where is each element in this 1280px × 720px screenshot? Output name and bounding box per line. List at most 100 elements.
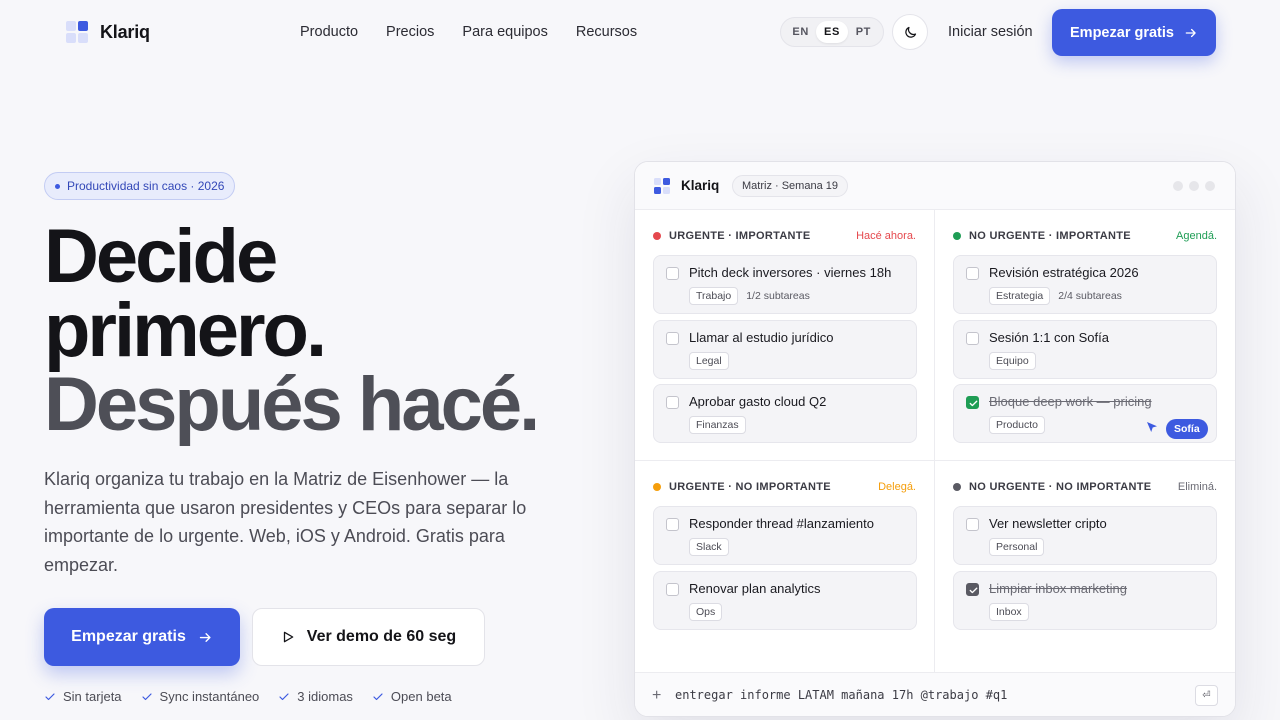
task-title: Responder thread #lanzamiento (689, 516, 875, 531)
task-title: Bloque deep work — pricing (989, 394, 1152, 409)
perk-item: 3 idiomas (278, 689, 353, 704)
task-checkbox[interactable] (966, 267, 979, 280)
task-meta: Finanzas (689, 416, 746, 434)
check-icon (279, 692, 289, 700)
quadrant-header: NO URGENTE · IMPORTANTE Agendá. (953, 230, 1217, 242)
task-checkbox[interactable] (966, 518, 979, 531)
app-logo-icon (654, 178, 670, 194)
task-card[interactable]: Aprobar gasto cloud Q2 Finanzas (653, 384, 917, 443)
nav-links: Producto Precios Para equipos Recursos (300, 24, 637, 40)
task-checkbox[interactable] (666, 518, 679, 531)
play-icon (283, 631, 294, 643)
nav-cta-label: Empezar gratis (1070, 24, 1174, 41)
status-dot-icon (953, 483, 961, 491)
hero-lede: Klariq organiza tu trabajo en la Matriz … (44, 469, 527, 575)
hero-headline: Decide primero. Después hacé. (44, 214, 540, 447)
quadrant-urgent-not-important: URGENTE · NO IMPORTANTE Delegá. Responde… (635, 461, 935, 672)
quadrant-header: URGENTE · NO IMPORTANTE Delegá. (653, 481, 916, 493)
task-checkbox[interactable] (666, 332, 679, 345)
task-title: Aprobar gasto cloud Q2 (689, 394, 827, 409)
lang-pt[interactable]: PT (848, 21, 879, 43)
task-title: Pitch deck inversores · viernes 18h (689, 265, 892, 280)
task-checkbox[interactable] (666, 267, 679, 280)
task-card[interactable]: Pitch deck inversores · viernes 18h Trab… (653, 255, 917, 314)
task-meta: Slack (689, 538, 729, 556)
quadrant-title-label: URGENTE · IMPORTANTE (669, 230, 811, 242)
status-dot-icon (953, 232, 961, 240)
task-card[interactable]: Bloque deep work — pricing Producto Sofí… (953, 384, 1217, 443)
task-card[interactable]: Sesión 1:1 con Sofía Equipo (953, 320, 1217, 379)
lang-es[interactable]: ES (816, 21, 848, 43)
arrow-right-icon (199, 632, 211, 642)
quadrant-title: URGENTE · NO IMPORTANTE (653, 481, 831, 493)
hero-cta-button[interactable]: Empezar gratis (44, 608, 240, 666)
task-tag: Ops (689, 603, 723, 621)
quadrant-header: URGENTE · IMPORTANTE Hacé ahora. (653, 230, 916, 242)
demo-video-label: Ver demo de 60 seg (306, 628, 457, 645)
task-checkbox[interactable] (666, 396, 679, 409)
logo-mark-icon (66, 21, 88, 43)
task-checkbox[interactable] (666, 583, 679, 596)
view-label-pill[interactable]: Matriz · Semana 19 (732, 175, 848, 197)
task-meta: Equipo (989, 352, 1036, 370)
hero-cta-label: Empezar gratis (71, 628, 186, 645)
task-subtasks: 2/4 subtareas (1058, 290, 1122, 302)
nav-cta-button[interactable]: Empezar gratis (1052, 9, 1216, 56)
status-dot-icon (653, 483, 661, 491)
window-dot-icon (1173, 181, 1183, 191)
task-card[interactable]: Revisión estratégica 2026 Estrategia 2/4… (953, 255, 1217, 314)
task-card[interactable]: Renovar plan analytics Ops (653, 571, 917, 630)
quick-add-input[interactable]: entregar informe LATAM mañana 17h @traba… (675, 688, 1007, 702)
nav-link-para-equipos[interactable]: Para equipos (462, 24, 547, 40)
perk-item: Sync instantáneo (141, 689, 260, 704)
task-meta: Legal (689, 352, 729, 370)
quadrant-action: Hacé ahora. (856, 230, 916, 242)
perk-item: Sin tarjeta (44, 689, 122, 704)
quadrant-urgent-important: URGENTE · IMPORTANTE Hacé ahora. Pitch d… (635, 210, 935, 461)
task-card[interactable]: Ver newsletter cripto Personal (953, 506, 1217, 565)
task-meta: Ops (689, 603, 723, 621)
task-subtasks: 1/2 subtareas (746, 290, 810, 302)
quick-add-bar[interactable]: + entregar informe LATAM mañana 17h @tra… (635, 672, 1235, 716)
hero-badge: Productividad sin caos · 2026 (44, 172, 236, 200)
quadrant-action: Agendá. (1176, 230, 1217, 242)
brand-logo[interactable]: Klariq (66, 21, 150, 43)
task-checkbox[interactable] (966, 332, 979, 345)
headline-line-3: Después hacé. (44, 362, 540, 447)
app-preview-window: Klariq Matriz · Semana 19 URGENTE · IMPO… (634, 161, 1236, 717)
lang-en[interactable]: EN (785, 21, 816, 43)
task-card[interactable]: Llamar al estudio jurídico Legal (653, 320, 917, 379)
perk-item: Open beta (372, 689, 452, 704)
perk-label: 3 idiomas (297, 689, 353, 704)
language-switcher: EN ES PT (780, 17, 884, 47)
task-tag: Finanzas (689, 416, 746, 434)
task-card[interactable]: Responder thread #lanzamiento Slack (653, 506, 917, 565)
task-tag: Legal (689, 352, 729, 370)
app-name: Klariq (681, 178, 720, 193)
check-icon (969, 400, 978, 407)
perk-label: Open beta (390, 689, 452, 704)
quadrant-not-urgent-important: NO URGENTE · IMPORTANTE Agendá. Revisión… (935, 210, 1235, 461)
task-checkbox-checked[interactable] (966, 583, 979, 596)
nav-link-producto[interactable]: Producto (300, 24, 358, 40)
check-icon (45, 692, 55, 700)
headline-line-1: Decide (44, 214, 278, 299)
perk-label: Sync instantáneo (159, 689, 260, 704)
nav-link-recursos[interactable]: Recursos (576, 24, 637, 40)
top-nav: Klariq Producto Precios Para equipos Rec… (0, 0, 1280, 64)
nav-link-precios[interactable]: Precios (386, 24, 434, 40)
quadrant-header: NO URGENTE · NO IMPORTANTE Eliminá. (953, 481, 1217, 493)
quadrant-title-label: NO URGENTE · IMPORTANTE (969, 230, 1131, 242)
enter-key-icon[interactable]: ⏎ (1195, 685, 1218, 706)
status-dot-icon (653, 232, 661, 240)
task-title: Renovar plan analytics (689, 581, 821, 596)
demo-video-button[interactable]: Ver demo de 60 seg (252, 608, 485, 666)
perk-label: Sin tarjeta (63, 689, 122, 704)
task-title: Llamar al estudio jurídico (689, 330, 834, 345)
task-title: Revisión estratégica 2026 (989, 265, 1139, 280)
login-link[interactable]: Iniciar sesión (948, 24, 1033, 40)
theme-toggle-button[interactable] (892, 14, 928, 50)
task-checkbox-checked[interactable] (966, 396, 979, 409)
task-card[interactable]: Limpiar inbox marketing Inbox (953, 571, 1217, 630)
collaborator-cursor-icon (1147, 422, 1157, 432)
